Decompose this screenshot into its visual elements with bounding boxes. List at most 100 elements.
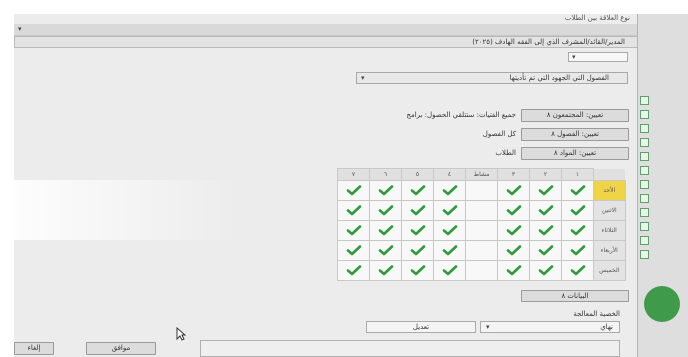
check-icon	[506, 245, 521, 256]
check-icon	[538, 225, 553, 236]
edit-field[interactable]: تعديل	[366, 321, 476, 333]
side-checkbox[interactable]	[640, 110, 649, 119]
grid-cell-empty[interactable]	[465, 260, 498, 281]
side-checkbox[interactable]	[640, 236, 649, 245]
check-icon	[346, 265, 361, 276]
check-icon	[346, 205, 361, 216]
grid-cell-checked[interactable]	[497, 200, 530, 221]
grid-cell-checked[interactable]	[433, 260, 466, 281]
grid-cell-checked[interactable]	[369, 200, 402, 221]
grid-col-header-highlighted[interactable]: ٣	[497, 168, 530, 181]
grid-cell-checked[interactable]	[337, 240, 370, 261]
grid-cell-checked[interactable]	[433, 180, 466, 201]
grid-cell-checked[interactable]	[497, 220, 530, 241]
notes-input[interactable]	[200, 340, 620, 357]
grid-cell-checked[interactable]	[337, 260, 370, 281]
check-icon	[442, 265, 457, 276]
grid-cell-empty[interactable]	[465, 200, 498, 221]
check-icon	[410, 245, 425, 256]
check-icon	[570, 205, 585, 216]
grid-cell-checked[interactable]	[433, 240, 466, 261]
grid-cell-checked[interactable]	[433, 220, 466, 241]
grid-col-header[interactable]: ١	[561, 168, 594, 181]
grid-corner	[593, 168, 625, 181]
grid-cell-empty[interactable]	[465, 180, 498, 201]
grid-row-label[interactable]: الاثنين	[593, 200, 626, 221]
grid-cell-checked[interactable]	[337, 200, 370, 221]
grid-cell-checked[interactable]	[337, 180, 370, 201]
option-combo[interactable]: ▾ نهاي	[480, 321, 620, 333]
side-checkbox[interactable]	[640, 138, 649, 147]
grid-row-label[interactable]: الأربعاء	[593, 240, 626, 261]
grid-cell-checked[interactable]	[561, 260, 594, 281]
title-bar: ▾	[14, 24, 638, 36]
check-icon	[346, 185, 361, 196]
check-icon	[378, 225, 393, 236]
check-icon	[538, 245, 553, 256]
grid-cell-checked[interactable]	[561, 240, 594, 261]
mouse-cursor-icon	[176, 326, 187, 341]
grid-cell-checked[interactable]	[529, 260, 562, 281]
grid-cell-checked[interactable]	[561, 220, 594, 241]
grid-cell-checked[interactable]	[497, 180, 530, 201]
grid-cell-checked[interactable]	[529, 240, 562, 261]
side-checkbox[interactable]	[640, 208, 649, 217]
grid-col-header[interactable]: ٤	[433, 168, 466, 181]
side-checkbox[interactable]	[640, 96, 649, 105]
assign-members-button[interactable]: تعيين: المجتمعون ٨	[521, 109, 629, 122]
grid-cell-checked[interactable]	[561, 180, 594, 201]
secondary-combo[interactable]: ▾	[568, 52, 628, 62]
chevron-down-icon[interactable]: ▾	[18, 25, 22, 33]
grid-cell-checked[interactable]	[337, 220, 370, 241]
grid-col-header[interactable]: ٦	[369, 168, 402, 181]
data-button[interactable]: البيانات ٨	[521, 290, 629, 302]
grid-cell-checked[interactable]	[401, 220, 434, 241]
grid-cell-checked[interactable]	[529, 180, 562, 201]
assign-subjects-button[interactable]: تعيين: المواد ٨	[521, 147, 629, 160]
grid-cell-checked[interactable]	[401, 260, 434, 281]
check-icon	[410, 225, 425, 236]
relation-type-combo[interactable]: المدير/القائد/المشرف الذي إلى الفقه الها…	[14, 36, 638, 48]
grid-col-header[interactable]: مشاط	[465, 168, 498, 181]
grid-cell-checked[interactable]	[369, 220, 402, 241]
grid-cell-checked[interactable]	[401, 180, 434, 201]
option-label-students: الطلاب	[495, 149, 516, 157]
check-icon	[506, 185, 521, 196]
grid-cell-checked[interactable]	[369, 260, 402, 281]
status-circle-icon[interactable]	[644, 286, 680, 322]
ok-button[interactable]: موافق	[86, 342, 156, 355]
side-checkbox[interactable]	[640, 250, 649, 259]
grid-col-header[interactable]: ٢	[529, 168, 562, 181]
scope-combo[interactable]: ▾ الفصول التي الجهود التي تم تأديتها	[356, 72, 628, 84]
side-checkbox[interactable]	[640, 180, 649, 189]
check-icon	[538, 205, 553, 216]
grid-row-label[interactable]: الخميس	[593, 260, 626, 281]
grid-cell-empty[interactable]	[465, 220, 498, 241]
grid-col-header[interactable]: ٥	[401, 168, 434, 181]
grid-cell-checked[interactable]	[561, 200, 594, 221]
grid-row-label[interactable]: الثلاثاء	[593, 220, 626, 241]
assign-classes-button[interactable]: تعيين: الفصول ٨	[521, 128, 629, 141]
grid-cell-checked[interactable]	[433, 200, 466, 221]
cancel-button[interactable]: إلغاء	[14, 342, 54, 355]
grid-cell-checked[interactable]	[529, 200, 562, 221]
grid-col-header[interactable]: ٧	[337, 168, 370, 181]
grid-cell-checked[interactable]	[401, 240, 434, 261]
side-checkbox[interactable]	[640, 194, 649, 203]
scope-combo-value: الفصول التي الجهود التي تم تأديتها	[509, 74, 609, 82]
grid-cell-checked[interactable]	[369, 240, 402, 261]
side-checkbox[interactable]	[640, 166, 649, 175]
side-checkbox[interactable]	[640, 152, 649, 161]
grid-cell-checked[interactable]	[401, 200, 434, 221]
grid-cell-checked[interactable]	[497, 260, 530, 281]
grid-row-label[interactable]: الأحد	[593, 180, 626, 201]
grid-row: الثلاثاء	[337, 220, 626, 241]
grid-cell-checked[interactable]	[369, 180, 402, 201]
grid-cell-empty[interactable]	[465, 240, 498, 261]
side-checkbox[interactable]	[640, 124, 649, 133]
check-icon	[570, 185, 585, 196]
side-checkbox[interactable]	[640, 222, 649, 231]
grid-cell-checked[interactable]	[497, 240, 530, 261]
check-icon	[378, 205, 393, 216]
grid-cell-checked[interactable]	[529, 220, 562, 241]
